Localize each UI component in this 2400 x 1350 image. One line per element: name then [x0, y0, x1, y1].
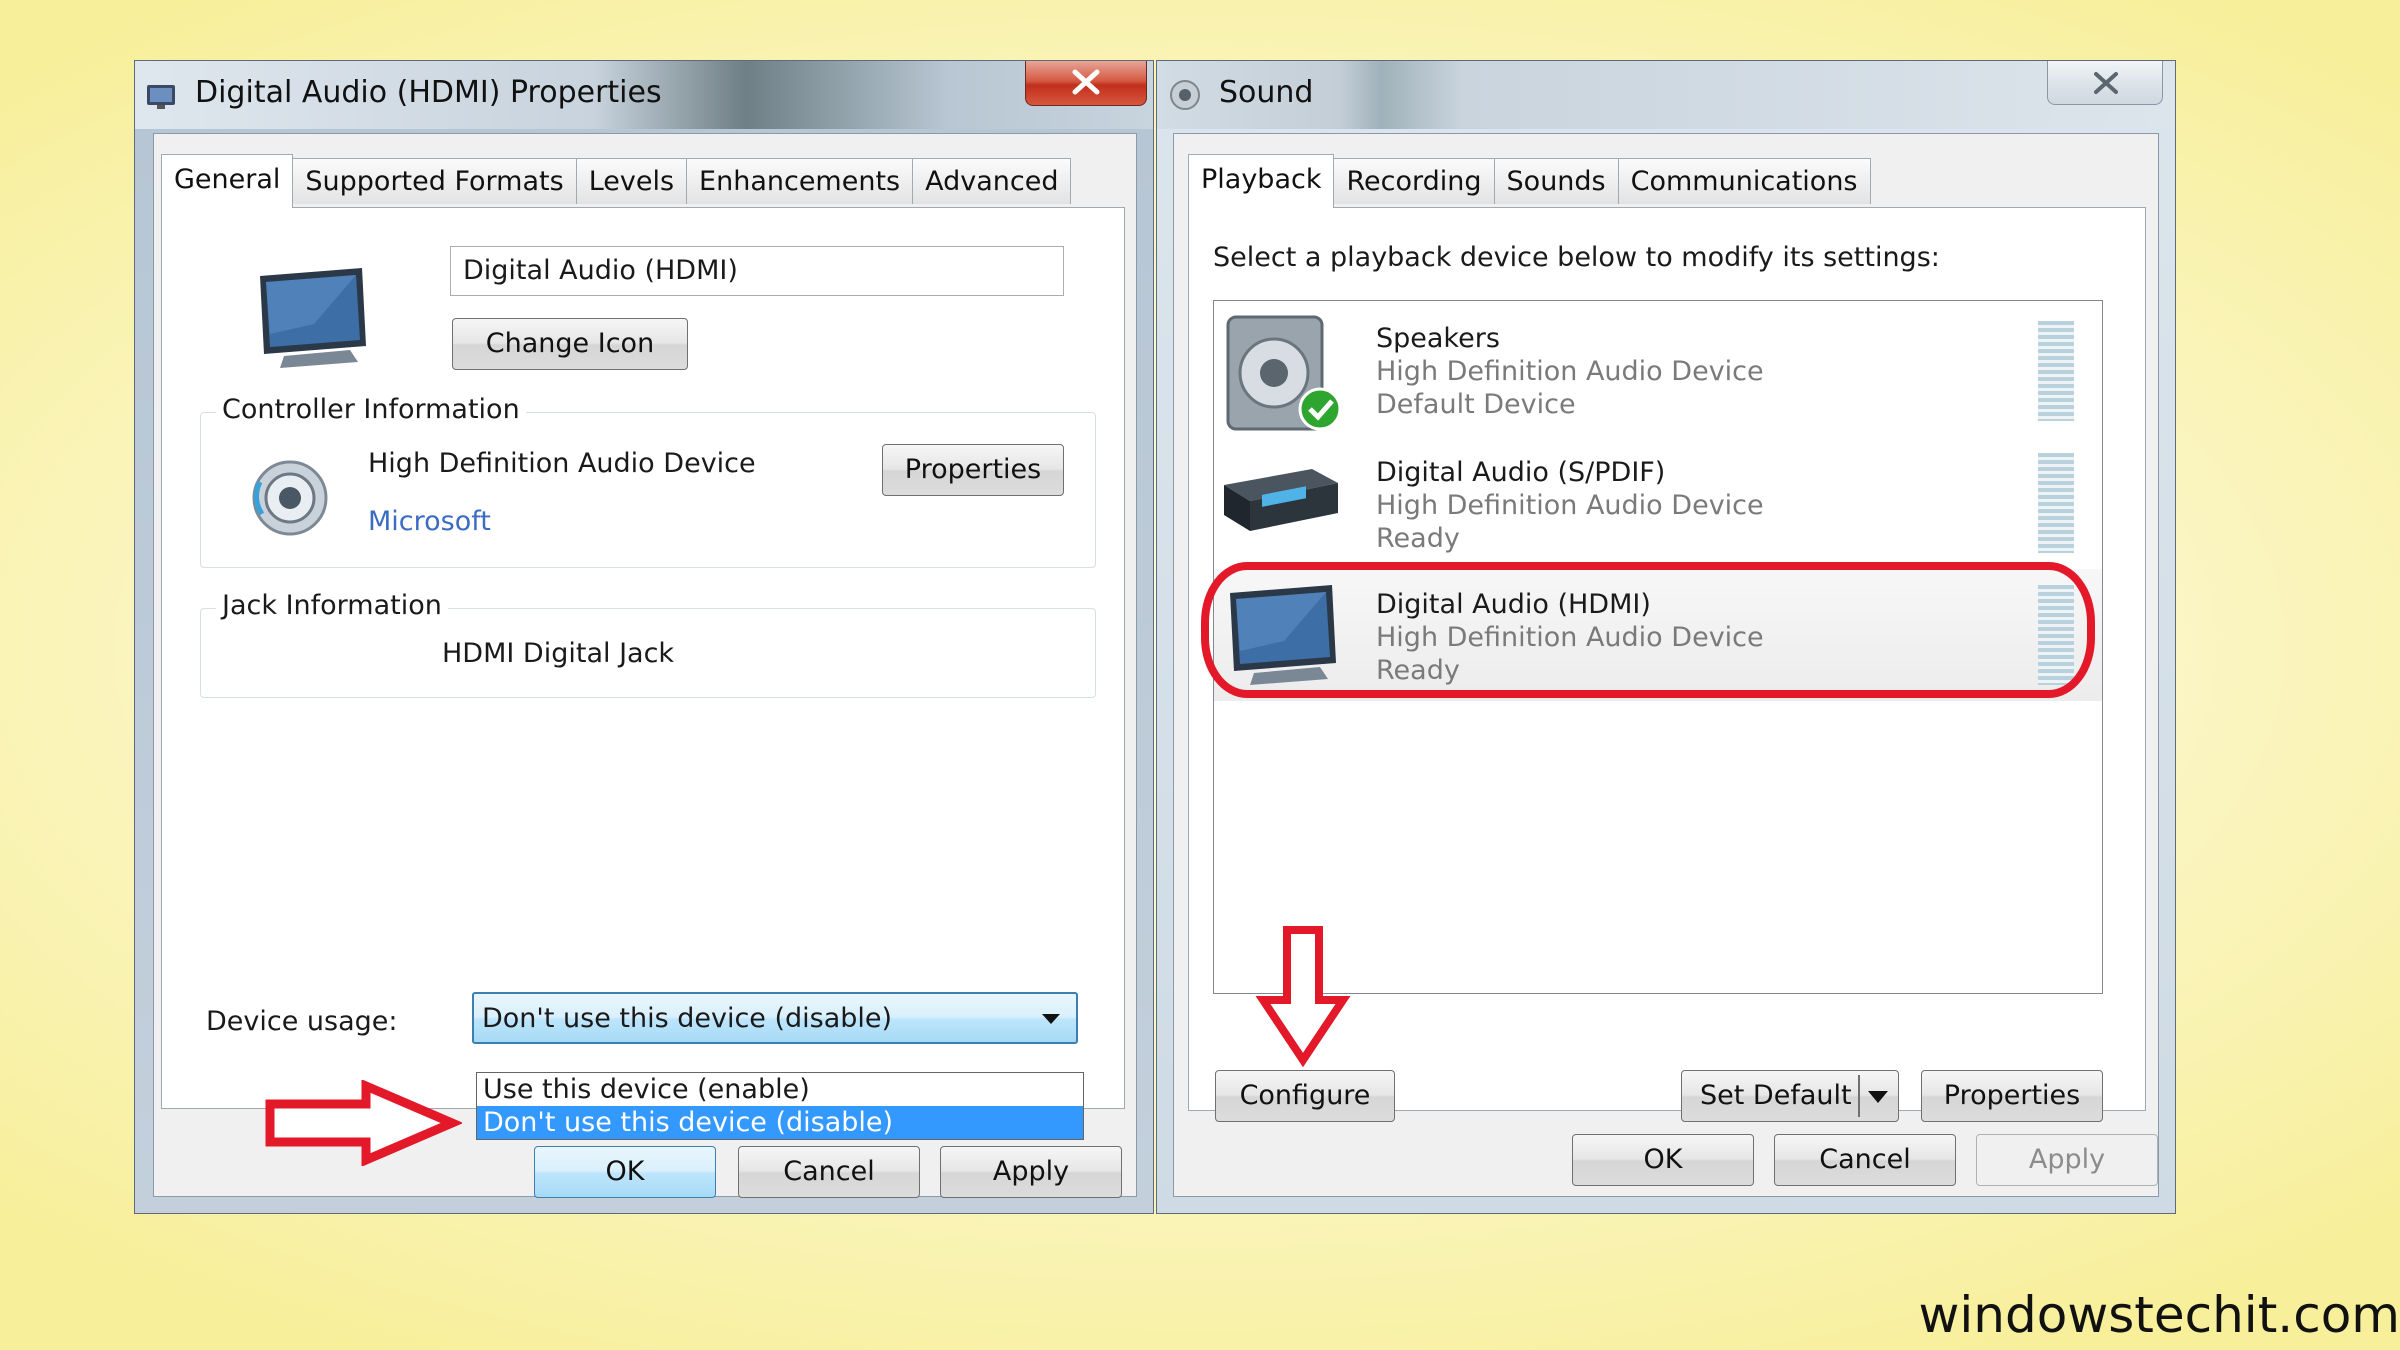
- device-name-field[interactable]: Digital Audio (HDMI): [450, 246, 1064, 296]
- cancel-button[interactable]: Cancel: [738, 1146, 920, 1198]
- sound-cancel-button[interactable]: Cancel: [1774, 1134, 1956, 1186]
- tab-recording[interactable]: Recording: [1333, 158, 1495, 204]
- tab-sounds[interactable]: Sounds: [1493, 158, 1619, 204]
- sound-titlebar[interactable]: Sound: [1157, 61, 2175, 129]
- red-highlight-outline: [1201, 562, 2095, 698]
- controller-properties-button[interactable]: Properties: [882, 444, 1064, 496]
- properties-titlebar[interactable]: Digital Audio (HDMI) Properties: [135, 61, 1153, 129]
- device-usage-label: Device usage:: [206, 1006, 398, 1037]
- sound-apply-button[interactable]: Apply: [1976, 1134, 2158, 1186]
- option-disable-label: Don't use this device (disable): [483, 1107, 894, 1138]
- tab-playback[interactable]: Playback: [1188, 154, 1335, 208]
- receiver-icon: [1224, 469, 1338, 531]
- properties-title: Digital Audio (HDMI) Properties: [195, 75, 662, 110]
- set-default-label: Set Default: [1700, 1080, 1852, 1111]
- device-name-value: Digital Audio (HDMI): [463, 255, 738, 286]
- chevron-down-icon: [1868, 1091, 1888, 1103]
- device-status: Default Device: [1376, 389, 1576, 420]
- close-icon: [2094, 72, 2118, 94]
- ok-button[interactable]: OK: [534, 1146, 716, 1198]
- red-arrow-right-icon: [265, 1080, 462, 1166]
- device-driver: High Definition Audio Device: [1376, 490, 1764, 521]
- chevron-down-icon: [1042, 1014, 1060, 1024]
- red-arrow-down-icon: [1255, 926, 1351, 1068]
- change-icon-button[interactable]: Change Icon: [452, 318, 688, 370]
- device-usage-selected: Don't use this device (disable): [482, 1003, 893, 1034]
- sound-tabs: Playback Recording Sounds Communications: [1188, 154, 1871, 208]
- set-default-split[interactable]: [1858, 1075, 1860, 1117]
- volume-meter: [2038, 321, 2074, 421]
- list-item-spdif[interactable]: Digital Audio (S/PDIF) High Definition A…: [1214, 435, 2102, 567]
- sound-content: Playback Recording Sounds Communications…: [1173, 133, 2159, 1197]
- jack-info-value: HDMI Digital Jack: [442, 638, 675, 669]
- jack-info-legend: Jack Information: [216, 590, 448, 621]
- close-icon: [1072, 69, 1100, 95]
- tab-supported-formats[interactable]: Supported Formats: [292, 158, 577, 204]
- audio-device-icon: [252, 460, 328, 536]
- sound-title: Sound: [1219, 75, 1314, 110]
- device-name: Digital Audio (S/PDIF): [1376, 457, 1666, 488]
- sound-app-icon: [1170, 80, 1200, 110]
- controller-name: High Definition Audio Device: [368, 448, 756, 479]
- volume-meter: [2038, 453, 2074, 553]
- app-icon: [147, 85, 175, 109]
- general-page: Digital Audio (HDMI) Change Icon Control…: [161, 207, 1125, 1109]
- playback-properties-button[interactable]: Properties: [1921, 1070, 2103, 1122]
- device-name: Speakers: [1376, 323, 1500, 354]
- controller-vendor-link[interactable]: Microsoft: [368, 506, 491, 537]
- list-item-speakers[interactable]: Speakers High Definition Audio Device De…: [1214, 301, 2102, 433]
- playback-instruction: Select a playback device below to modify…: [1213, 242, 1940, 273]
- tab-general[interactable]: General: [161, 154, 294, 208]
- monitor-icon: [260, 268, 366, 368]
- apply-button[interactable]: Apply: [940, 1146, 1122, 1198]
- option-enable[interactable]: Use this device (enable): [477, 1073, 1083, 1105]
- configure-button[interactable]: Configure: [1215, 1070, 1395, 1122]
- sound-ok-button[interactable]: OK: [1572, 1134, 1754, 1186]
- option-disable[interactable]: Don't use this device (disable): [477, 1106, 1083, 1139]
- playback-page: Select a playback device below to modify…: [1188, 207, 2146, 1122]
- tab-communications[interactable]: Communications: [1617, 158, 1871, 204]
- sound-window: Sound Playback Recording Sounds Communic…: [1156, 60, 2176, 1214]
- tab-enhancements[interactable]: Enhancements: [686, 158, 914, 204]
- speaker-icon: [1226, 315, 1342, 431]
- tab-levels[interactable]: Levels: [575, 158, 688, 204]
- tab-advanced[interactable]: Advanced: [912, 158, 1072, 204]
- device-status: Ready: [1376, 523, 1460, 554]
- controller-info-legend: Controller Information: [216, 394, 526, 425]
- watermark: windowstechit.com: [1918, 1286, 2400, 1344]
- device-usage-select[interactable]: Don't use this device (disable): [472, 992, 1078, 1044]
- option-enable-label: Use this device (enable): [483, 1074, 810, 1105]
- device-usage-dropdown-list: Use this device (enable) Don't use this …: [476, 1072, 1084, 1140]
- close-button[interactable]: [1025, 61, 1147, 106]
- properties-window: Digital Audio (HDMI) Properties General …: [134, 60, 1154, 1214]
- properties-tabs: General Supported Formats Levels Enhance…: [161, 154, 1072, 208]
- set-default-button[interactable]: Set Default: [1681, 1070, 1899, 1122]
- device-driver: High Definition Audio Device: [1376, 356, 1764, 387]
- sound-close-button[interactable]: [2047, 61, 2163, 105]
- properties-content: General Supported Formats Levels Enhance…: [153, 133, 1137, 1198]
